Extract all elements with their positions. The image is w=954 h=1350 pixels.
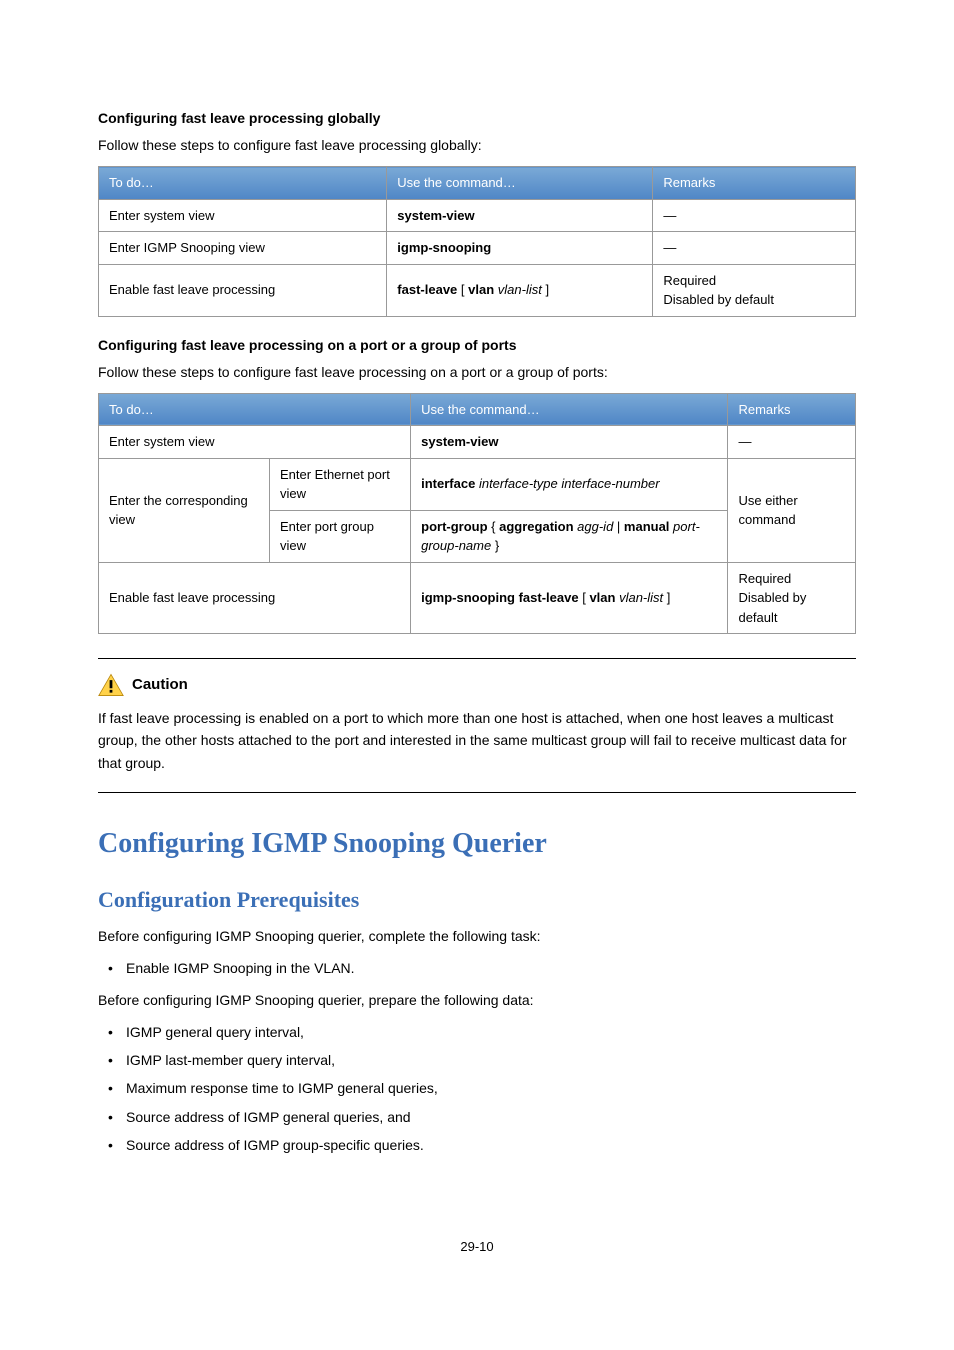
- prereq-list2: IGMP general query interval, IGMP last-m…: [98, 1021, 856, 1157]
- cell-todo: Enter port group view: [269, 510, 410, 562]
- page-number: 29-10: [98, 1237, 856, 1257]
- table-port: To do… Use the command… Remarks Enter sy…: [98, 393, 856, 635]
- subhead-port: Configuring fast leave processing on a p…: [98, 335, 856, 356]
- table-global: To do… Use the command… Remarks Enter sy…: [98, 166, 856, 317]
- th-todo: To do…: [99, 167, 387, 200]
- table-row: Enable fast leave processing igmp-snoopi…: [99, 562, 856, 634]
- warning-triangle-icon: [98, 673, 124, 697]
- cell-remark: RequiredDisabled by default: [728, 562, 856, 634]
- caution-text: If fast leave processing is enabled on a…: [98, 707, 856, 774]
- table-row: Enter the corresponding view Enter Ether…: [99, 458, 856, 510]
- th-todo: To do…: [99, 393, 411, 426]
- list-item: IGMP last-member query interval,: [98, 1049, 856, 1071]
- cell-cmd: igmp-snooping fast-leave [ vlan vlan-lis…: [411, 562, 728, 634]
- table-row: Enable fast leave processing fast-leave …: [99, 264, 856, 316]
- table-row: Enter system view system-view —: [99, 199, 856, 232]
- cell-remark: —: [653, 232, 856, 265]
- cell-cmd: interface interface-type interface-numbe…: [411, 458, 728, 510]
- cell-cmd: fast-leave [ vlan vlan-list ]: [387, 264, 653, 316]
- th-cmd: Use the command…: [411, 393, 728, 426]
- cell-remark: —: [653, 199, 856, 232]
- cell-todo: Enter IGMP Snooping view: [99, 232, 387, 265]
- cell-cmd: system-view: [411, 426, 728, 459]
- th-cmd: Use the command…: [387, 167, 653, 200]
- prereq-line2: Before configuring IGMP Snooping querier…: [98, 990, 856, 1011]
- cell-remark: RequiredDisabled by default: [653, 264, 856, 316]
- heading-prereq: Configuration Prerequisites: [98, 883, 856, 916]
- cell-todo: Enable fast leave processing: [99, 264, 387, 316]
- list-item: IGMP general query interval,: [98, 1021, 856, 1043]
- th-remark: Remarks: [653, 167, 856, 200]
- table-row: Enter IGMP Snooping view igmp-snooping —: [99, 232, 856, 265]
- intro-global: Follow these steps to configure fast lea…: [98, 135, 856, 156]
- cmd-text: igmp-snooping: [397, 240, 491, 255]
- cell-cmd: port-group { aggregation agg-id | manual…: [411, 510, 728, 562]
- th-remark: Remarks: [728, 393, 856, 426]
- table-row: Enter system view system-view —: [99, 426, 856, 459]
- heading-querier: Configuring IGMP Snooping Querier: [98, 823, 856, 865]
- subhead-global: Configuring fast leave processing global…: [98, 108, 856, 129]
- cell-todo: Enter system view: [99, 199, 387, 232]
- cmd-text: system-view: [421, 434, 498, 449]
- cell-todo: Enable fast leave processing: [99, 562, 411, 634]
- cell-remark: —: [728, 426, 856, 459]
- prereq-list1: Enable IGMP Snooping in the VLAN.: [98, 957, 856, 979]
- cell-remark: Use either command: [728, 458, 856, 562]
- cell-todo: Enter Ethernet port view: [269, 458, 410, 510]
- cell-group: Enter the corresponding view: [99, 458, 270, 562]
- list-item: Maximum response time to IGMP general qu…: [98, 1077, 856, 1099]
- cell-cmd: system-view: [387, 199, 653, 232]
- prereq-line1: Before configuring IGMP Snooping querier…: [98, 926, 856, 947]
- caution-label: Caution: [132, 674, 188, 697]
- intro-port: Follow these steps to configure fast lea…: [98, 362, 856, 383]
- caution-box: Caution If fast leave processing is enab…: [98, 658, 856, 793]
- list-item: Source address of IGMP group-specific qu…: [98, 1134, 856, 1156]
- caution-header: Caution: [98, 673, 856, 697]
- cell-todo: Enter system view: [99, 426, 411, 459]
- cmd-text: system-view: [397, 208, 474, 223]
- list-item: Source address of IGMP general queries, …: [98, 1106, 856, 1128]
- list-item: Enable IGMP Snooping in the VLAN.: [98, 957, 856, 979]
- cell-cmd: igmp-snooping: [387, 232, 653, 265]
